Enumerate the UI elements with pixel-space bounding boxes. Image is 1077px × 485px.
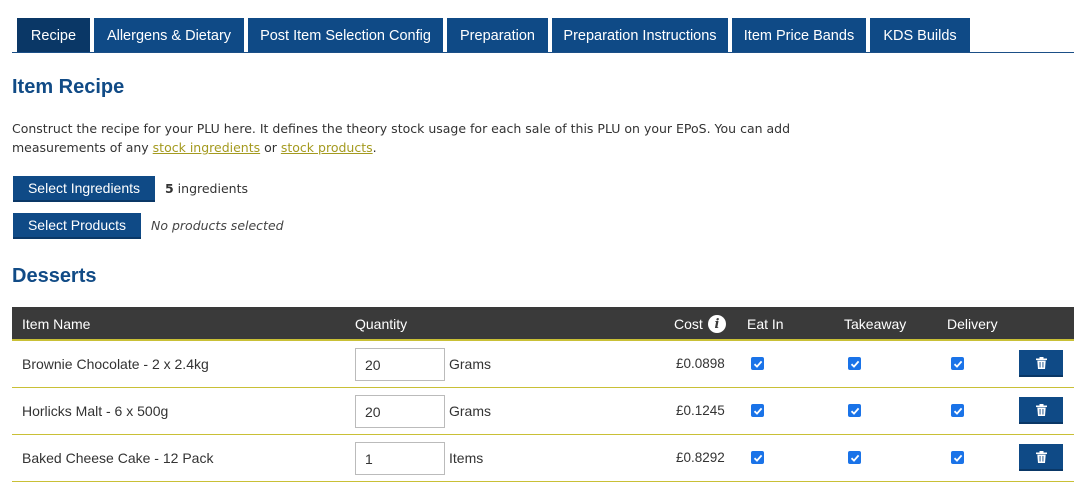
description-text: Construct the recipe for your PLU here. …: [12, 121, 791, 155]
header-quantity: Quantity: [355, 316, 408, 332]
quantity-input[interactable]: [355, 395, 445, 428]
item-cost: £0.0898: [676, 356, 725, 371]
description-end: .: [372, 140, 377, 155]
stock-ingredients-link[interactable]: stock ingredients: [153, 140, 260, 155]
table-row: Horlicks Malt - 6 x 500g Grams £0.1245: [12, 388, 1074, 435]
check-icon: [850, 454, 859, 462]
ingredients-count: 5 ingredients: [165, 181, 248, 196]
select-products-button[interactable]: Select Products: [13, 213, 141, 239]
check-icon: [850, 360, 859, 368]
table-row: Brownie Chocolate - 2 x 2.4kg Grams £0.0…: [12, 341, 1074, 388]
header-takeaway: Takeaway: [844, 316, 907, 332]
tab-preparation[interactable]: Preparation: [447, 18, 548, 53]
eat-in-checkbox[interactable]: [751, 357, 764, 370]
recipe-description: Construct the recipe for your PLU here. …: [12, 119, 872, 157]
header-cost: Cost: [674, 316, 703, 332]
quantity-input[interactable]: [355, 348, 445, 381]
check-icon: [953, 407, 962, 415]
section-title: Desserts: [12, 265, 97, 287]
tabs-divider: [12, 52, 1074, 53]
trash-icon: [1035, 356, 1047, 369]
item-cost: £0.8292: [676, 450, 725, 465]
check-icon: [953, 454, 962, 462]
check-icon: [850, 407, 859, 415]
delete-row-button[interactable]: [1019, 444, 1063, 471]
delete-row-button[interactable]: [1019, 397, 1063, 424]
tab-kds-builds[interactable]: KDS Builds: [870, 18, 970, 53]
delivery-checkbox[interactable]: [951, 357, 964, 370]
ingredients-count-label: ingredients: [173, 181, 248, 196]
products-status: No products selected: [151, 218, 284, 233]
trash-icon: [1035, 450, 1047, 463]
item-name: Baked Cheese Cake - 12 Pack: [22, 450, 214, 466]
takeaway-checkbox[interactable]: [848, 404, 861, 417]
tab-allergens-dietary[interactable]: Allergens & Dietary: [94, 18, 244, 53]
item-recipe-title: Item Recipe: [12, 76, 125, 98]
check-icon: [953, 360, 962, 368]
stock-products-link[interactable]: stock products: [281, 140, 373, 155]
quantity-unit: Items: [449, 450, 484, 466]
trash-icon: [1035, 403, 1047, 416]
takeaway-checkbox[interactable]: [848, 451, 861, 464]
header-item-name: Item Name: [22, 316, 91, 332]
check-icon: [753, 407, 762, 415]
quantity-input[interactable]: [355, 442, 445, 475]
eat-in-checkbox[interactable]: [751, 404, 764, 417]
quantity-unit: Grams: [449, 403, 491, 419]
tab-post-item-selection-config[interactable]: Post Item Selection Config: [248, 18, 443, 53]
select-ingredients-button[interactable]: Select Ingredients: [13, 176, 155, 202]
takeaway-checkbox[interactable]: [848, 357, 861, 370]
quantity-unit: Grams: [449, 356, 491, 372]
info-icon[interactable]: i: [708, 315, 726, 333]
table-row: Baked Cheese Cake - 12 Pack Items £0.829…: [12, 435, 1074, 482]
tab-bar: Recipe Allergens & Dietary Post Item Sel…: [17, 18, 974, 53]
item-cost: £0.1245: [676, 403, 725, 418]
delivery-checkbox[interactable]: [951, 404, 964, 417]
tab-preparation-instructions[interactable]: Preparation Instructions: [552, 18, 728, 53]
header-eat-in: Eat In: [747, 316, 784, 332]
header-delivery: Delivery: [947, 316, 998, 332]
item-name: Brownie Chocolate - 2 x 2.4kg: [22, 356, 209, 372]
table-header: Item Name Quantity Cost i Eat In Takeawa…: [12, 307, 1074, 341]
tab-recipe[interactable]: Recipe: [17, 18, 90, 53]
ingredients-count-value: 5: [165, 181, 174, 196]
delivery-checkbox[interactable]: [951, 451, 964, 464]
delete-row-button[interactable]: [1019, 350, 1063, 377]
tab-item-price-bands[interactable]: Item Price Bands: [732, 18, 866, 53]
item-name: Horlicks Malt - 6 x 500g: [22, 403, 169, 419]
check-icon: [753, 454, 762, 462]
eat-in-checkbox[interactable]: [751, 451, 764, 464]
check-icon: [753, 360, 762, 368]
description-or: or: [260, 140, 281, 155]
